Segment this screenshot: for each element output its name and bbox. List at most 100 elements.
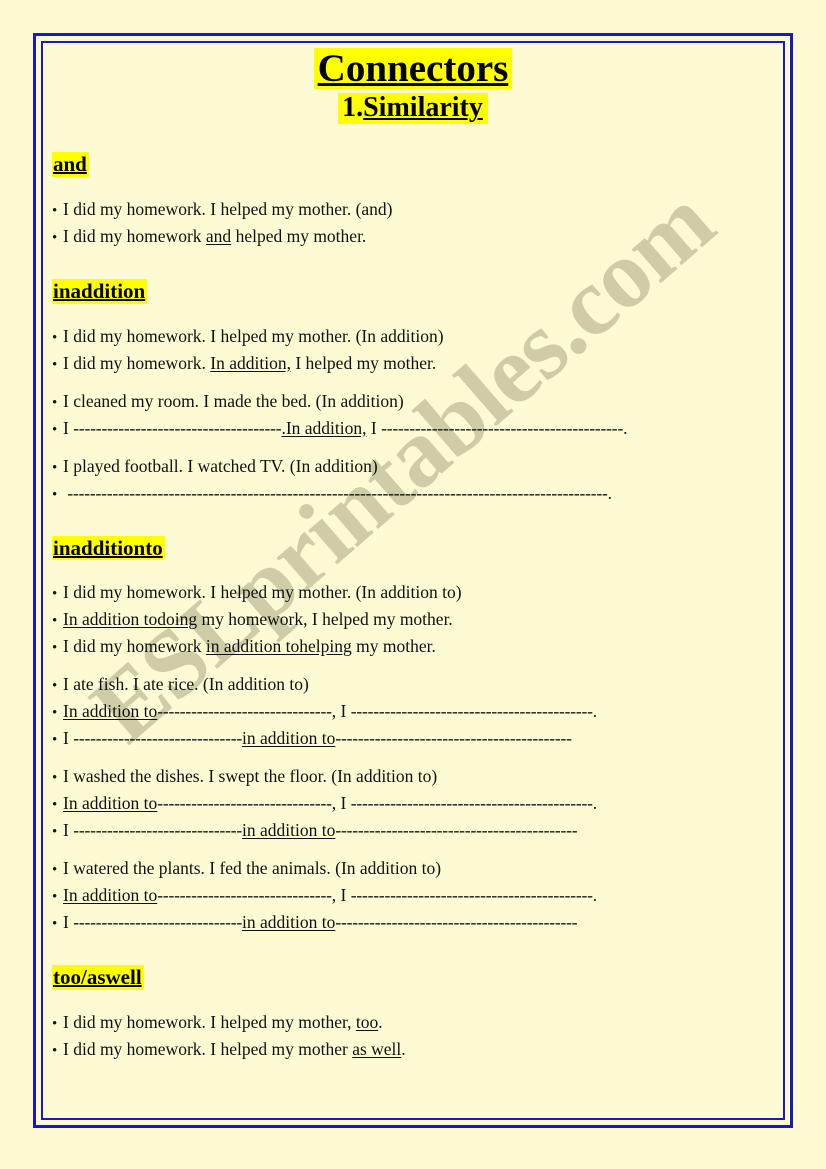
worksheet-line: • I played football. I watched TV. (In ad…	[52, 454, 796, 481]
bullet-icon: •	[52, 329, 58, 346]
worksheet-line: • I -------------------------------------…	[52, 416, 796, 443]
line-text: my homework, I helped my mother.	[197, 609, 453, 630]
bullet-icon: •	[52, 640, 58, 657]
blank-dashes[interactable]: ------------------------------	[73, 820, 242, 840]
blank-dashes[interactable]: ----------------------------------------…	[351, 793, 593, 813]
worksheet-line: • I did my homework. I helped my mother. …	[52, 324, 796, 351]
blank-dashes[interactable]: ----------------------------------------…	[335, 728, 572, 748]
section-and: and • I did my homework. I helped my mothe…	[0, 152, 826, 251]
line-text: (In addition to)	[335, 858, 442, 879]
worksheet-line: • In addition to-------------------------…	[52, 883, 796, 910]
section-too-aswell: too/aswell • I did my homework. I helped m…	[0, 965, 826, 1064]
line-text: I did my homework. I helped my mother. (…	[63, 198, 393, 219]
line-text: .	[592, 793, 598, 814]
blank-dashes[interactable]: -------------------------------	[157, 885, 332, 905]
underlined-connector: .In addition,	[281, 417, 367, 438]
line-text: I	[63, 912, 74, 933]
section-inadditionto: inadditionto • I did my homework. I helped…	[0, 535, 826, 938]
worksheet-line: • I watered the plants. I fed the animals…	[52, 856, 796, 883]
bullet-icon: •	[52, 916, 58, 933]
line-text: I watered the plants. I fed the animals.	[63, 858, 331, 879]
line-text: , I	[331, 885, 351, 906]
bullet-icon: •	[52, 1016, 58, 1033]
worksheet-line: • I ------------------------------in addi…	[52, 910, 796, 937]
worksheet-line: • I did my homework. In addition, I helpe…	[52, 351, 796, 378]
bullet-icon: •	[52, 202, 58, 219]
line-text: I ate fish. I ate rice. (In addition to)	[63, 674, 309, 695]
worksheet-line: • I did my homework. I helped my mother. …	[52, 197, 796, 224]
bullet-icon: •	[52, 586, 58, 603]
worksheet-line: • I did my homework. I helped my mother. …	[52, 580, 796, 607]
subtitle-word: Similarity	[363, 92, 483, 124]
line-text: , I	[331, 701, 351, 722]
title-block: Connectors 1.Similarity	[0, 0, 826, 125]
line-text: .	[401, 1039, 406, 1060]
blank-dashes[interactable]: ----------------------------------------…	[335, 820, 577, 840]
blank-dashes[interactable]: -------------------------------------	[73, 418, 281, 438]
worksheet-line: • In addition to-------------------------…	[52, 791, 796, 818]
worksheet-line: • In addition todoing my homework, I help…	[52, 607, 796, 634]
underlined-connector: in addition to	[242, 820, 336, 841]
blank-dashes[interactable]: -------------------------------	[157, 701, 332, 721]
line-text: I	[366, 417, 382, 438]
bullet-icon: •	[52, 889, 58, 906]
blank-dashes[interactable]: ----------------------------------------…	[67, 483, 607, 503]
section-heading: and	[52, 152, 89, 177]
bullet-icon: •	[52, 705, 58, 722]
section-inaddition: inaddition • I did my homework. I helped m…	[0, 278, 826, 508]
line-text: I	[63, 728, 74, 749]
line-text: I cleaned my room. I made the bed. (In a…	[63, 390, 404, 411]
line-text: I washed the dishes. I swept the floor. …	[63, 766, 438, 787]
worksheet-line: • I did my homework. I helped my mother a…	[52, 1037, 796, 1064]
line-text: helped my mother.	[231, 225, 367, 246]
subtitle-number: 1.	[342, 92, 364, 124]
blank-dashes[interactable]: ----------------------------------------…	[335, 912, 577, 932]
worksheet-line: • --------------------------------------…	[52, 481, 796, 508]
underlined-connector: In addition to	[63, 885, 158, 906]
bullet-icon: •	[52, 797, 58, 814]
bullet-icon: •	[52, 678, 58, 695]
line-text: I did my homework. I helped my mother. (…	[63, 325, 444, 346]
blank-dashes[interactable]: -------------------------------	[157, 793, 332, 813]
line-text: I did my homework. I helped my mother	[63, 1039, 353, 1060]
bullet-icon: •	[52, 229, 58, 246]
underlined-connector: in addition to	[242, 728, 336, 749]
bullet-icon: •	[52, 824, 58, 841]
bullet-icon: •	[52, 770, 58, 787]
blank-dashes[interactable]: ------------------------------	[73, 912, 242, 932]
worksheet-line: • I ------------------------------in addi…	[52, 818, 796, 845]
bullet-icon: •	[52, 394, 58, 411]
bullet-icon: •	[52, 613, 58, 630]
worksheet-line: • I did my homework in addition tohelping…	[52, 634, 796, 661]
underlined-connector: in addition tohelping	[205, 636, 352, 657]
line-text: .	[378, 1012, 383, 1033]
subtitle: 1.Similarity	[338, 92, 488, 125]
section-heading: inadditionto	[52, 535, 165, 561]
section-heading-wrap: and	[0, 152, 826, 177]
line-text: I did my homework. I helped my mother,	[63, 1012, 356, 1033]
bullet-icon: •	[52, 486, 58, 503]
section-heading: too/aswell	[52, 965, 144, 991]
section-heading-wrap: inaddition	[0, 278, 826, 304]
bullet-icon: •	[52, 356, 58, 373]
line-text: I played football. I watched TV. (In add…	[63, 455, 378, 476]
section-heading-wrap: inadditionto	[0, 535, 826, 561]
line-text: I	[63, 417, 74, 438]
line-text: I	[63, 820, 74, 841]
blank-dashes[interactable]: ----------------------------------------…	[351, 701, 593, 721]
line-text: .	[592, 885, 598, 906]
line-text: , I	[331, 793, 351, 814]
underlined-connector: and	[205, 225, 232, 246]
worksheet-line: • I washed the dishes. I swept the floor.…	[52, 764, 796, 791]
sections-host: and • I did my homework. I helped my mothe…	[0, 152, 826, 1064]
section-heading-wrap: too/aswell	[0, 965, 826, 991]
line-text: I helped my mother.	[290, 352, 437, 373]
blank-dashes[interactable]: ----------------------------------------…	[351, 885, 593, 905]
blank-dashes[interactable]: ------------------------------	[73, 728, 242, 748]
bullet-icon: •	[52, 459, 58, 476]
blank-dashes[interactable]: ----------------------------------------…	[381, 418, 623, 438]
worksheet-line: • I did my homework and helped my mother.	[52, 224, 796, 251]
line-text: .	[592, 701, 598, 722]
bullet-icon: •	[52, 421, 58, 438]
underlined-connector: In addition to	[63, 701, 158, 722]
